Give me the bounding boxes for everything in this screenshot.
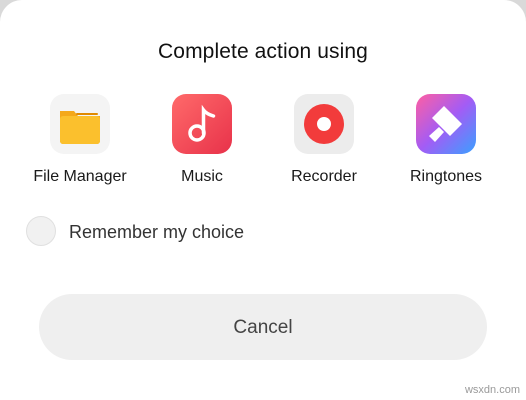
music-note-icon	[172, 94, 232, 154]
app-label: Recorder	[291, 168, 357, 185]
remember-choice-radio[interactable]	[26, 216, 56, 246]
cancel-button[interactable]: Cancel	[39, 294, 487, 360]
app-label: Music	[181, 168, 223, 185]
watermark: wsxdn.com	[464, 384, 520, 396]
app-option-file-manager[interactable]: File Manager	[20, 94, 140, 194]
dialog-title: Complete action using	[158, 40, 368, 63]
remember-choice-label: Remember my choice	[69, 222, 245, 242]
app-option-ringtones[interactable]: Ringtones	[386, 94, 506, 194]
chooser-dialog: Complete action using File Manager Music…	[0, 0, 526, 400]
app-option-recorder[interactable]: Recorder	[264, 94, 384, 194]
record-icon	[294, 94, 354, 154]
app-option-music[interactable]: Music	[142, 94, 262, 194]
app-label: Ringtones	[409, 168, 483, 185]
folder-icon	[50, 94, 110, 154]
app-label: File Manager	[33, 168, 127, 185]
ringtone-brush-icon	[416, 94, 476, 154]
